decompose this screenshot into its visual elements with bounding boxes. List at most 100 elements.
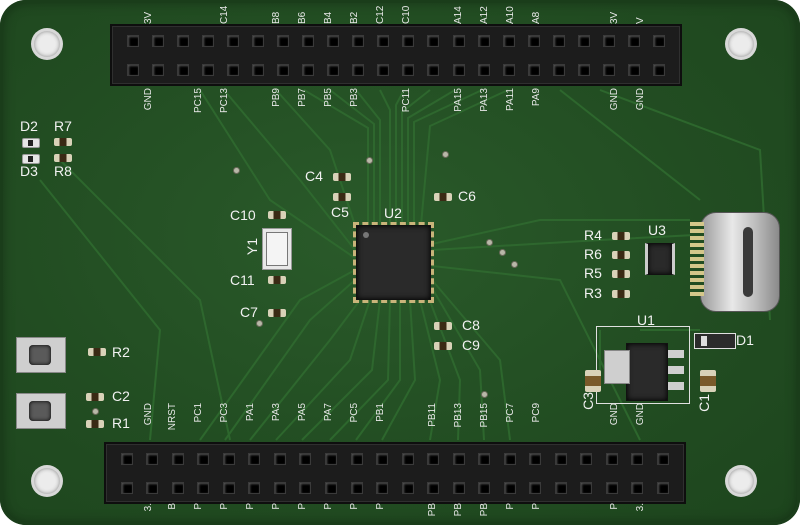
header-pin (350, 452, 363, 465)
ref-d3: D3 (20, 163, 38, 179)
ref-u1: U1 (637, 312, 655, 328)
header-pin (176, 34, 189, 47)
capacitor-c4 (333, 173, 351, 181)
header-pin (248, 481, 261, 494)
resistor-r8 (54, 154, 72, 162)
ref-y1: Y1 (244, 238, 260, 256)
header-pin (302, 34, 315, 47)
ref-c2: C2 (112, 388, 130, 404)
header-pin (452, 63, 465, 76)
bottom-header-upper-label-14: PC9 (531, 403, 542, 423)
ref-d1: D1 (736, 332, 754, 348)
header-pin (653, 63, 666, 76)
bottom-header-upper-label-15: GND (609, 403, 620, 426)
header-pin (197, 452, 210, 465)
mounting-hole-bottom-right (728, 468, 754, 494)
header-pin (527, 34, 540, 47)
bottom-header-lower-label-15: P (609, 503, 620, 510)
ref-d2: D2 (20, 118, 38, 134)
ref-r2: R2 (112, 344, 130, 360)
header-pin (299, 481, 312, 494)
header-pin (327, 63, 340, 76)
top-header-lower-label-2: PC13 (219, 88, 230, 114)
top-header-upper-label-12: 3V (609, 11, 620, 24)
bottom-header-lower-label-2: P (193, 503, 204, 510)
header-pin (580, 481, 593, 494)
header-pin (427, 452, 440, 465)
bottom-header-lower-label-10: PB (427, 503, 438, 517)
header-pin (529, 452, 542, 465)
ref-u3: U3 (648, 222, 666, 238)
header-pin (197, 481, 210, 494)
header-pin (222, 481, 235, 494)
bottom-header-lower-label-0: 3. (143, 503, 154, 512)
header-pin (146, 452, 159, 465)
header-pin (251, 63, 264, 76)
header-pin (226, 34, 239, 47)
capacitor-c1 (700, 370, 716, 392)
header-pin (325, 452, 338, 465)
bottom-header-row-1 (106, 444, 684, 473)
ref-c7: C7 (240, 304, 258, 320)
header-pin (402, 34, 415, 47)
header-pin (577, 34, 590, 47)
top-header-row-2 (112, 55, 680, 84)
header-pin (631, 481, 644, 494)
ref-c3: C3 (580, 392, 596, 410)
boot-button[interactable] (16, 393, 66, 429)
bottom-header-upper-label-8: PC5 (349, 403, 360, 423)
header-pin (502, 63, 515, 76)
reset-button[interactable] (16, 337, 66, 373)
header-pin (327, 34, 340, 47)
bottom-header-upper-label-5: PA3 (271, 403, 282, 422)
bottom-header-lower-label-4: P (245, 503, 256, 510)
regulator-u1-pin-1 (668, 350, 684, 358)
bottom-header-lower-label-16: 3. (635, 503, 646, 512)
ref-r7: R7 (54, 118, 72, 134)
header-pin (201, 34, 214, 47)
bottom-header-row-2 (106, 473, 684, 502)
bottom-header-upper-label-4: PA1 (245, 403, 256, 422)
header-pin (478, 481, 491, 494)
crystal-y1 (262, 228, 292, 270)
header-pin (376, 481, 389, 494)
bottom-header-lower-label-13: P (505, 503, 516, 510)
ref-r8: R8 (54, 163, 72, 179)
bottom-header-lower-label-5: P (271, 503, 282, 510)
bottom-header-upper-label-12: PB15 (479, 403, 490, 428)
header-pin (352, 34, 365, 47)
top-header-upper-label-11: A8 (531, 11, 542, 24)
mcu-u2 (353, 222, 434, 303)
via (511, 261, 518, 268)
header-pin (151, 63, 164, 76)
ic-u3 (645, 243, 675, 275)
header-pin (527, 63, 540, 76)
header-pin (552, 63, 565, 76)
capacitor-c3 (585, 370, 601, 392)
regulator-u1-pin-2 (668, 366, 684, 374)
bottom-header-lower-label-12: PB (479, 503, 490, 517)
header-pin (171, 452, 184, 465)
ref-c8: C8 (462, 317, 480, 333)
top-header-lower-label-4: PB7 (297, 88, 308, 107)
bottom-header-upper-label-7: PA7 (323, 403, 334, 422)
header-pin (477, 34, 490, 47)
header-pin (401, 481, 414, 494)
mounting-hole-top-left (34, 31, 60, 57)
header-pin (222, 452, 235, 465)
via (366, 157, 373, 164)
header-pin (402, 63, 415, 76)
ref-c4: C4 (305, 168, 323, 184)
top-header-lower-label-8: PA15 (453, 88, 464, 112)
ref-r3: R3 (584, 285, 602, 301)
header-pin (427, 481, 440, 494)
top-header-upper-label-7: C10 (401, 5, 412, 24)
resistor-r5 (612, 270, 630, 278)
top-header-upper-label-6: C12 (375, 5, 386, 24)
ref-r5: R5 (584, 265, 602, 281)
resistor-r2 (88, 348, 106, 356)
resistor-r3 (612, 290, 630, 298)
bottom-header-lower-label-6: P (297, 503, 308, 510)
regulator-u1-pin-3 (668, 382, 684, 390)
header-pin (171, 481, 184, 494)
